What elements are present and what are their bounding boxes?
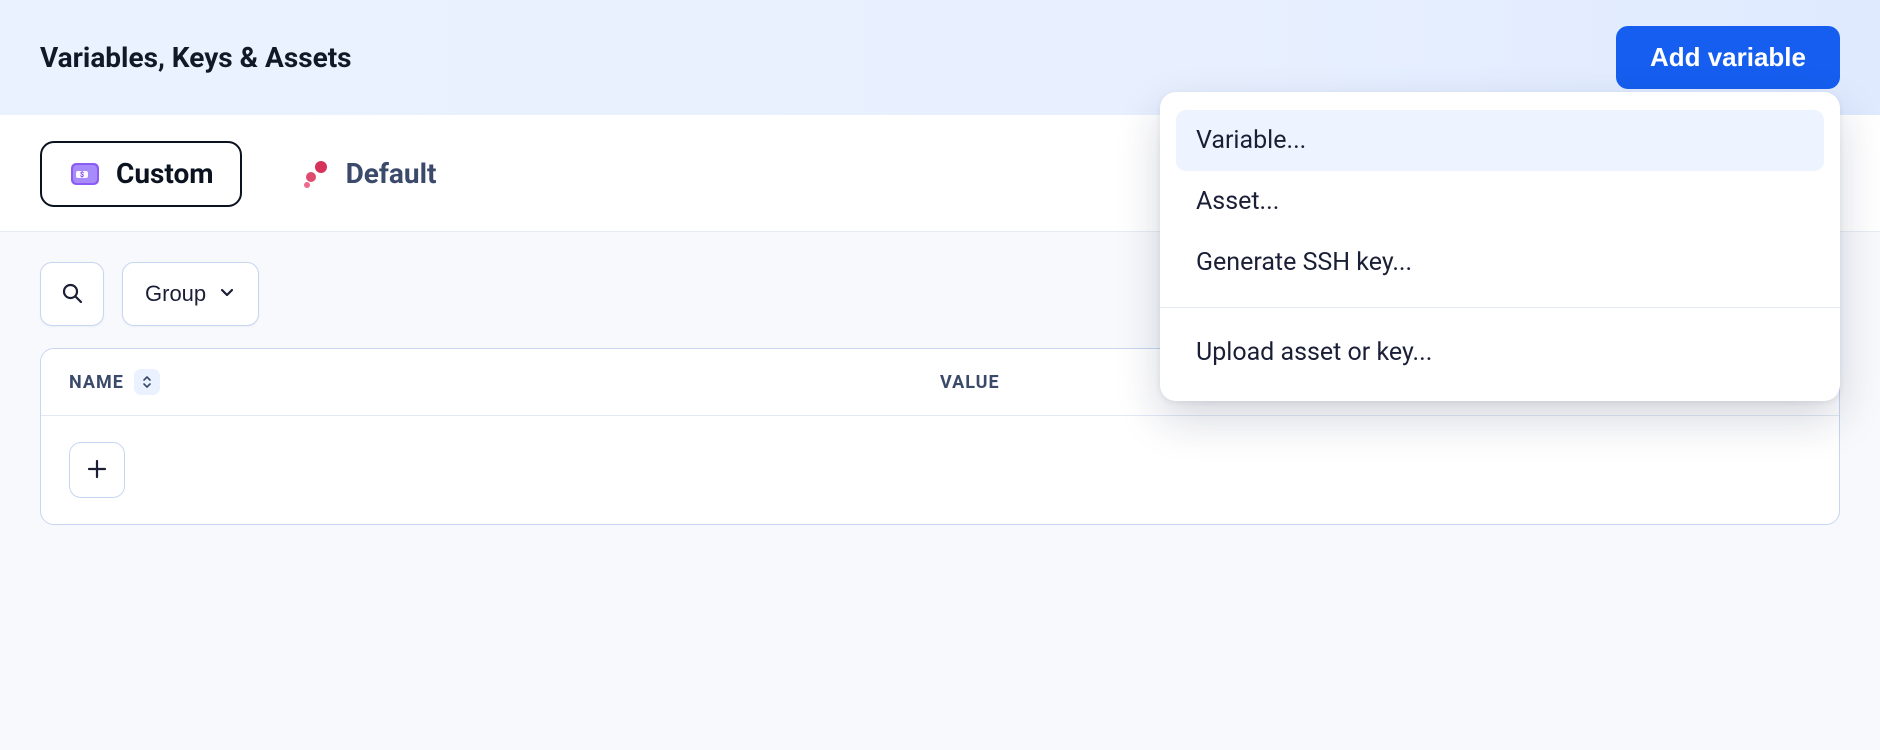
plus-icon [86,458,108,483]
menu-divider [1160,307,1840,308]
add-variable-button[interactable]: Add variable [1616,26,1840,89]
svg-text:$: $ [80,171,84,179]
tab-default[interactable]: Default [270,141,465,207]
menu-item-asset[interactable]: Asset... [1176,171,1824,232]
column-value-label: VALUE [940,372,1000,393]
menu-item-generate-ssh-key[interactable]: Generate SSH key... [1176,232,1824,293]
add-variable-dropdown: Variable... Asset... Generate SSH key...… [1160,92,1840,401]
menu-item-upload-asset-or-key[interactable]: Upload asset or key... [1176,322,1824,383]
sort-icon [134,369,160,395]
tab-default-label: Default [346,160,437,188]
tab-custom-label: Custom [116,160,214,188]
table-body-row [41,416,1839,524]
add-row-button[interactable] [69,442,125,498]
page-title: Variables, Keys & Assets [40,41,352,74]
search-icon [60,281,84,308]
search-button[interactable] [40,262,104,326]
bubbles-icon [298,157,332,191]
column-name-label: NAME [69,372,124,393]
group-dropdown-button[interactable]: Group [122,262,259,326]
menu-item-variable[interactable]: Variable... [1176,110,1824,171]
tab-custom[interactable]: $ Custom [40,141,242,207]
wallet-icon: $ [68,157,102,191]
group-label: Group [145,281,206,307]
chevron-down-icon [218,281,236,307]
column-header-name[interactable]: NAME [69,369,940,395]
